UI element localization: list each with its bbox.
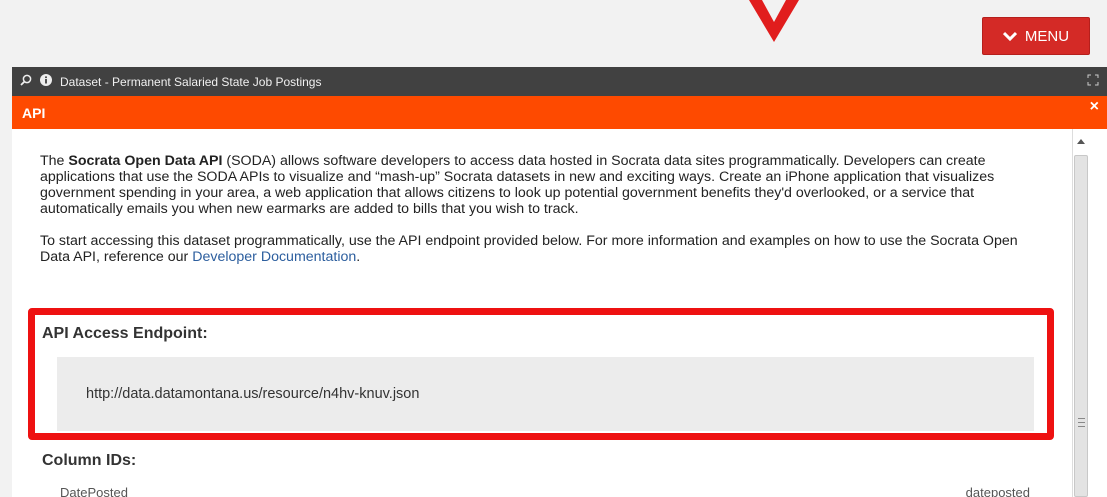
column-name: DatePosted xyxy=(60,485,128,497)
dataset-bar: Dataset - Permanent Salaried State Job P… xyxy=(12,67,1107,96)
expand-icon[interactable] xyxy=(1087,74,1099,89)
api-panel-header: API × xyxy=(12,96,1107,129)
dataset-title: Dataset - Permanent Salaried State Job P… xyxy=(60,74,322,89)
grip-icon xyxy=(1078,418,1085,427)
search-icon[interactable] xyxy=(20,74,32,89)
access-paragraph: To start accessing this dataset programm… xyxy=(40,233,1050,265)
api-panel-body: The Socrata Open Data API (SODA) allows … xyxy=(12,129,1107,497)
close-icon[interactable]: × xyxy=(1090,98,1099,116)
soda-name: Socrata Open Data API xyxy=(68,153,223,169)
intro-paragraph: The Socrata Open Data API (SODA) allows … xyxy=(40,153,1050,217)
scroll-up-icon[interactable] xyxy=(1077,139,1085,144)
table-row: DatePosted dateposted xyxy=(60,485,1030,497)
api-intro: The Socrata Open Data API (SODA) allows … xyxy=(40,153,1050,281)
developer-documentation-link[interactable]: Developer Documentation xyxy=(192,249,356,265)
menu-button-label: MENU xyxy=(1024,27,1070,45)
scroll-thumb[interactable] xyxy=(1074,155,1088,497)
access-text: To start accessing this dataset programm… xyxy=(40,233,1018,265)
menu-button[interactable]: MENU xyxy=(982,17,1090,55)
api-panel-title: API xyxy=(22,104,46,121)
scrollbar[interactable] xyxy=(1072,129,1090,497)
info-icon[interactable] xyxy=(40,74,52,89)
intro-text: The xyxy=(40,153,69,169)
column-id: dateposted xyxy=(965,485,1030,497)
annotation-highlight-box xyxy=(28,308,1054,440)
chevron-down-icon xyxy=(1002,31,1017,41)
page-top-area xyxy=(0,0,1107,63)
access-text-end: . xyxy=(356,249,361,265)
column-ids-label: Column IDs: xyxy=(42,452,137,469)
annotation-arrow-inner xyxy=(762,0,786,22)
